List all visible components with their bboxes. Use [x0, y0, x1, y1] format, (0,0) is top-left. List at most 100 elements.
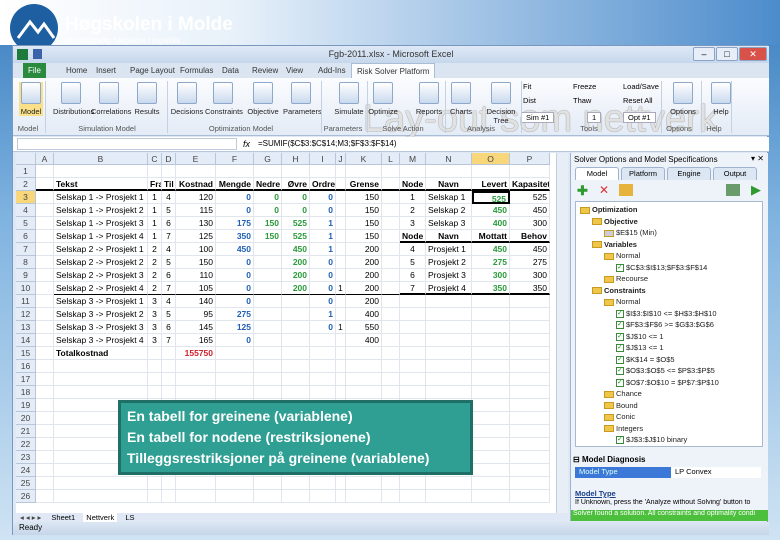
- tool-reset-all[interactable]: Reset All: [623, 96, 653, 105]
- cell-B5[interactable]: Selskap 1 -> Prosjekt 3: [54, 217, 148, 230]
- cell-F3[interactable]: 0: [216, 191, 254, 204]
- cell[interactable]: [510, 425, 550, 438]
- cell[interactable]: [382, 165, 400, 178]
- cell[interactable]: [382, 386, 400, 399]
- row-header[interactable]: 11: [16, 295, 36, 308]
- cell[interactable]: [400, 295, 426, 308]
- ribbon-button-distributions[interactable]: Distributions: [53, 82, 94, 116]
- cell-B4[interactable]: Selskap 1 -> Prosjekt 2: [54, 204, 148, 217]
- cell[interactable]: [346, 386, 382, 399]
- cell[interactable]: [254, 347, 282, 360]
- model-diagnosis-header[interactable]: ⊟ Model Diagnosis: [573, 455, 646, 464]
- ribbon-button-decision-tree[interactable]: Decision Tree: [483, 82, 519, 125]
- cell[interactable]: [472, 490, 510, 503]
- cell[interactable]: [282, 386, 310, 399]
- cell-E6[interactable]: 125: [176, 230, 216, 243]
- cell[interactable]: [510, 451, 550, 464]
- cell-D15[interactable]: [162, 347, 176, 360]
- cell[interactable]: [176, 386, 216, 399]
- cell[interactable]: [36, 451, 54, 464]
- maximize-button[interactable]: □: [716, 47, 738, 61]
- cell-G8[interactable]: [254, 256, 282, 269]
- cell-E12[interactable]: 95: [176, 308, 216, 321]
- cell[interactable]: [400, 347, 426, 360]
- cell-G4[interactable]: 0: [254, 204, 282, 217]
- cell[interactable]: [426, 347, 472, 360]
- cell-K6[interactable]: 150: [346, 230, 382, 243]
- cell-N10[interactable]: Prosjekt 4: [426, 282, 472, 295]
- cell-H2[interactable]: Øvre: [282, 178, 310, 191]
- cell[interactable]: [510, 334, 550, 347]
- row-header[interactable]: 7: [16, 243, 36, 256]
- cell-B9[interactable]: Selskap 2 -> Prosjekt 3: [54, 269, 148, 282]
- cell[interactable]: [472, 308, 510, 321]
- cell[interactable]: [426, 308, 472, 321]
- cell[interactable]: [382, 477, 400, 490]
- cell[interactable]: [162, 386, 176, 399]
- analyze-icon[interactable]: [726, 184, 740, 196]
- cell[interactable]: [336, 386, 346, 399]
- ribbon-button-charts[interactable]: Charts: [443, 82, 479, 116]
- cell[interactable]: [148, 373, 162, 386]
- cell-F13[interactable]: 125: [216, 321, 254, 334]
- cell[interactable]: [254, 360, 282, 373]
- cell[interactable]: [510, 308, 550, 321]
- cell[interactable]: [216, 373, 254, 386]
- panel-tab-output[interactable]: Output: [713, 167, 757, 180]
- tool-thaw[interactable]: Thaw: [573, 96, 591, 105]
- cell[interactable]: [36, 230, 54, 243]
- cell-J6[interactable]: [336, 230, 346, 243]
- select-all-corner[interactable]: [16, 153, 36, 165]
- cell-F9[interactable]: 0: [216, 269, 254, 282]
- cell-D11[interactable]: 4: [162, 295, 176, 308]
- cell-H13[interactable]: [282, 321, 310, 334]
- row-header[interactable]: 5: [16, 217, 36, 230]
- ribbon-button-help[interactable]: Help: [703, 82, 739, 116]
- cell[interactable]: [176, 490, 216, 503]
- row-header[interactable]: 14: [16, 334, 36, 347]
- cell-O6[interactable]: Mottatt: [472, 230, 510, 243]
- cell-I14[interactable]: [310, 334, 336, 347]
- cell-E7[interactable]: 100: [176, 243, 216, 256]
- cell-J12[interactable]: [336, 308, 346, 321]
- cell-N6[interactable]: Navn: [426, 230, 472, 243]
- cell[interactable]: [36, 282, 54, 295]
- cell-D6[interactable]: 7: [162, 230, 176, 243]
- cell[interactable]: [336, 490, 346, 503]
- column-header-D[interactable]: D: [162, 153, 176, 165]
- cell[interactable]: [36, 477, 54, 490]
- cell-O5[interactable]: 400: [472, 217, 510, 230]
- add-icon[interactable]: ✚: [577, 183, 588, 199]
- cell-P10[interactable]: 350: [510, 282, 550, 295]
- cell[interactable]: [472, 464, 510, 477]
- cell[interactable]: [426, 334, 472, 347]
- checkbox-icon[interactable]: ✓: [616, 378, 624, 387]
- row-header[interactable]: 22: [16, 438, 36, 451]
- cell[interactable]: [400, 373, 426, 386]
- cell[interactable]: [36, 412, 54, 425]
- cell[interactable]: [510, 412, 550, 425]
- cell-M6[interactable]: Node: [400, 230, 426, 243]
- cell-H11[interactable]: [282, 295, 310, 308]
- panel-tab-model[interactable]: Model: [575, 167, 619, 180]
- model-tree[interactable]: Optimization Objective $E$15 (Min) Variable…: [575, 201, 763, 447]
- cell[interactable]: [382, 282, 400, 295]
- cell[interactable]: [510, 490, 550, 503]
- cell-C9[interactable]: 2: [148, 269, 162, 282]
- cell[interactable]: [36, 334, 54, 347]
- cell[interactable]: [426, 360, 472, 373]
- cell-G2[interactable]: Nedre: [254, 178, 282, 191]
- cell-F5[interactable]: 175: [216, 217, 254, 230]
- cell-G3[interactable]: 0: [254, 191, 282, 204]
- ribbon-button-constraints[interactable]: Constraints: [205, 82, 243, 116]
- cell-O7[interactable]: 450: [472, 243, 510, 256]
- cell-E8[interactable]: 150: [176, 256, 216, 269]
- tree-item[interactable]: ✓ $J$13 <= 1: [616, 343, 664, 353]
- cell[interactable]: [382, 308, 400, 321]
- cell[interactable]: [426, 477, 472, 490]
- panel-tab-engine[interactable]: Engine: [667, 167, 711, 180]
- cell-C4[interactable]: 1: [148, 204, 162, 217]
- tab-view[interactable]: View: [281, 63, 308, 78]
- cell-N2[interactable]: Navn: [426, 178, 472, 191]
- cell[interactable]: [282, 490, 310, 503]
